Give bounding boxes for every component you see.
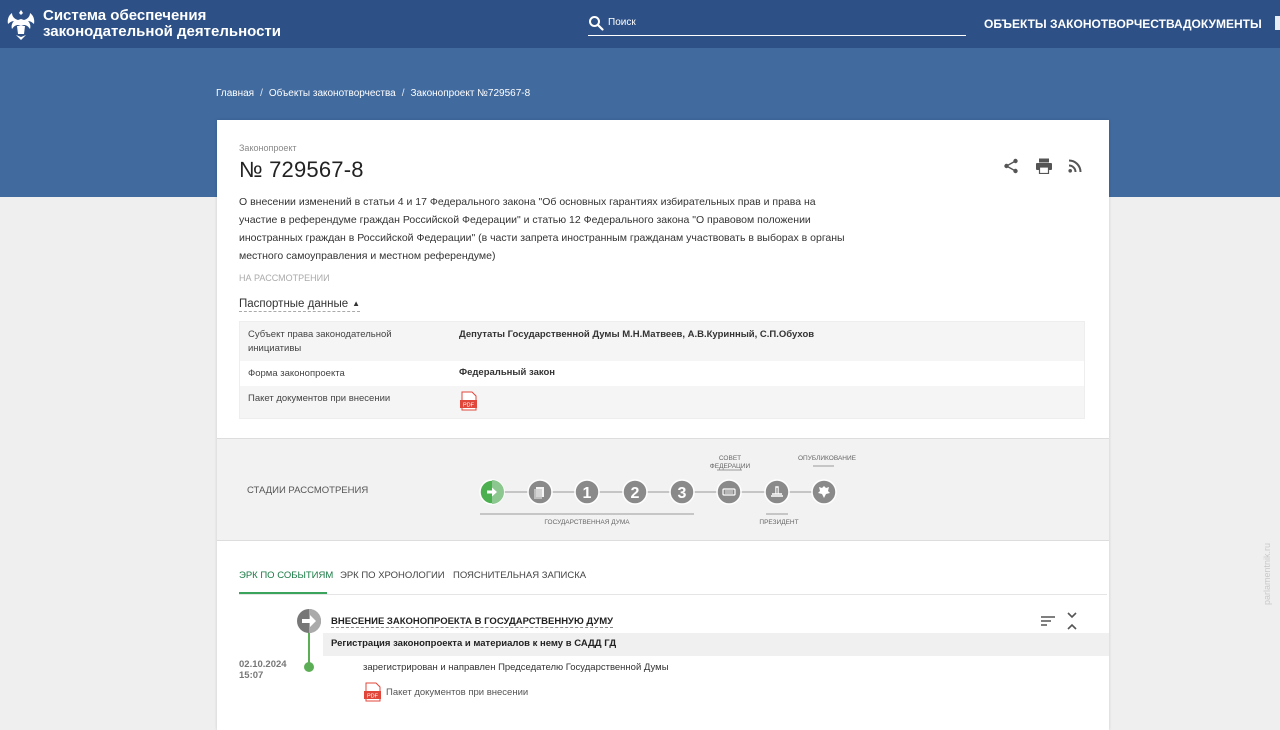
stage-group-council: СОВЕТ ФЕДЕРАЦИИ bbox=[695, 455, 765, 471]
stage-steps-svg: 1 2 3 bbox=[479, 479, 837, 505]
stage-group-president: ПРЕЗИДЕНТ bbox=[759, 519, 799, 526]
collapse-icon[interactable] bbox=[1066, 612, 1078, 630]
stage-step-7[interactable] bbox=[764, 479, 790, 505]
breadcrumb-home[interactable]: Главная bbox=[216, 88, 254, 99]
svg-text:PDF: PDF bbox=[367, 693, 379, 699]
tab-explanatory-note[interactable]: ПОЯСНИТЕЛЬНАЯ ЗАПИСКА bbox=[453, 570, 586, 581]
search-input[interactable]: Поиск bbox=[588, 14, 966, 36]
description-line: местного самоуправления и местном рефере… bbox=[239, 250, 496, 262]
stage-step-label: 2 bbox=[631, 485, 640, 502]
row-value: Федеральный закон bbox=[459, 367, 556, 378]
site-title-line1: Система обеспечения bbox=[43, 7, 207, 24]
stage-step-2[interactable] bbox=[527, 479, 553, 505]
table-row: Форма законопроекта Федеральный закон bbox=[240, 361, 1084, 386]
table-row: Субъект права законодательной инициативы… bbox=[240, 322, 1084, 361]
passport-toggle-label: Паспортные данные bbox=[239, 298, 349, 310]
top-bar: Система обеспечения законодательной деят… bbox=[0, 0, 1280, 48]
council-line2: ФЕДЕРАЦИИ bbox=[709, 463, 751, 470]
event-substage-title: Регистрация законопроекта и материалов к… bbox=[331, 638, 617, 649]
stage-step-label: 3 bbox=[678, 485, 687, 502]
nav-more-fragment[interactable] bbox=[1275, 16, 1280, 30]
svg-text:PDF: PDF bbox=[463, 402, 475, 408]
event-doc-link[interactable]: Пакет документов при внесении bbox=[386, 687, 528, 698]
row-label-line: Субъект права законодательной bbox=[248, 329, 392, 340]
stage-group-publication: ОПУБЛИКОВАНИЕ bbox=[798, 455, 856, 462]
nav-documents[interactable]: ДОКУМЕНТЫ bbox=[1183, 17, 1262, 31]
caret-up-icon: ▲ bbox=[352, 299, 361, 308]
site-title-line2: законодательной деятельности bbox=[43, 23, 282, 40]
status-badge: НА РАССМОТРЕНИИ bbox=[239, 273, 330, 283]
table-row: Пакет документов при внесении PDF bbox=[240, 386, 1084, 418]
description-line: иностранных граждан в Российской Федерац… bbox=[239, 232, 845, 244]
stage-step-5[interactable]: 3 bbox=[669, 479, 695, 505]
tab-chronology[interactable]: ЭРК ПО ХРОНОЛОГИИ bbox=[340, 570, 445, 581]
share-icon[interactable] bbox=[1003, 158, 1019, 174]
event-date-day: 02.10.2024 bbox=[239, 659, 287, 670]
description-line: О внесении изменений в статьи 4 и 17 Фед… bbox=[239, 196, 816, 208]
stage-step-1[interactable] bbox=[479, 479, 505, 505]
stage-step-label: 1 bbox=[583, 485, 592, 502]
bill-card: Законопроект № 729567-8 О внесении измен… bbox=[217, 120, 1109, 730]
breadcrumb: Главная / Объекты законотворчества / Законоп… bbox=[216, 88, 530, 99]
tab-events[interactable]: ЭРК ПО СОБЫТИЯМ bbox=[239, 570, 333, 581]
site-title[interactable]: Система обеспечения законодательной деят… bbox=[43, 8, 281, 40]
bill-number: № 729567-8 bbox=[239, 157, 364, 182]
passport-table: Субъект права законодательной инициативы… bbox=[239, 321, 1085, 419]
print-icon[interactable] bbox=[1035, 158, 1053, 174]
search-placeholder: Поиск bbox=[608, 17, 636, 28]
stage-step-3[interactable]: 1 bbox=[574, 479, 600, 505]
watermark: parlamentnik.ru bbox=[1262, 542, 1272, 605]
row-label-line: инициативы bbox=[248, 343, 302, 354]
breadcrumb-current: Законопроект №729567-8 bbox=[410, 88, 531, 99]
council-line1: СОВЕТ bbox=[718, 455, 742, 462]
stage-step-4[interactable]: 2 bbox=[622, 479, 648, 505]
pdf-icon[interactable]: PDF bbox=[363, 682, 383, 702]
stages-panel: СТАДИИ РАССМОТРЕНИЯ 123 ГОСУДАРСТВЕННАЯ … bbox=[217, 438, 1109, 541]
event-text: зарегистрирован и направлен Председателю… bbox=[363, 662, 669, 673]
pdf-icon[interactable]: PDF bbox=[459, 391, 479, 411]
search-icon[interactable] bbox=[588, 15, 604, 31]
event-stage-title[interactable]: ВНЕСЕНИЕ ЗАКОНОПРОЕКТА В ГОСУДАРСТВЕННУЮ… bbox=[331, 616, 614, 628]
nav-lawmaking-objects[interactable]: ОБЪЕКТЫ ЗАКОНОТВОРЧЕСТВА bbox=[984, 17, 1183, 31]
row-value: Депутаты Государственной Думы М.Н.Матвее… bbox=[459, 329, 815, 340]
rss-icon[interactable] bbox=[1068, 159, 1082, 173]
bill-type-label: Законопроект bbox=[239, 143, 297, 153]
row-label: Субъект права законодательной инициативы bbox=[248, 328, 428, 356]
stage-group-duma: ГОСУДАРСТВЕННАЯ ДУМА bbox=[544, 519, 630, 526]
breadcrumb-separator: / bbox=[401, 88, 405, 99]
passport-toggle[interactable]: Паспортные данные ▲ bbox=[239, 298, 361, 312]
stage-step-6[interactable] bbox=[716, 479, 742, 505]
stage-step-8[interactable] bbox=[811, 479, 837, 505]
submission-stage-icon bbox=[297, 609, 321, 633]
double-headed-eagle-icon[interactable] bbox=[6, 7, 36, 41]
event-date: 02.10.2024 15:07 bbox=[239, 659, 287, 681]
row-label: Форма законопроекта bbox=[248, 368, 345, 379]
sort-icon[interactable] bbox=[1040, 615, 1056, 627]
breadcrumb-objects[interactable]: Объекты законотворчества bbox=[269, 88, 396, 99]
description-line: участие в референдуме граждан Российской… bbox=[239, 214, 811, 226]
event-date-time: 15:07 bbox=[239, 670, 264, 681]
bill-description: О внесении изменений в статьи 4 и 17 Фед… bbox=[239, 193, 899, 265]
row-label: Пакет документов при внесении bbox=[248, 393, 391, 404]
breadcrumb-separator: / bbox=[260, 88, 263, 99]
tabs-divider bbox=[239, 594, 1107, 595]
